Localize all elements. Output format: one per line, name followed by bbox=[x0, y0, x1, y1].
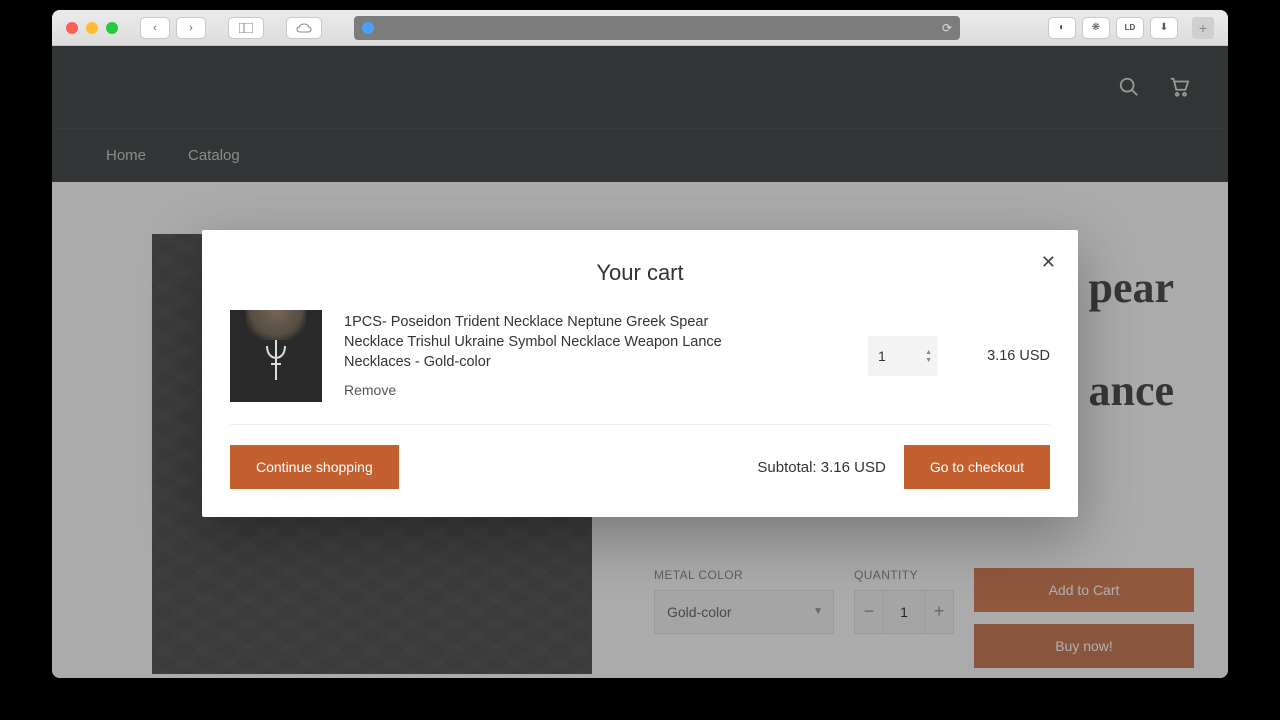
reload-icon[interactable]: ⟳ bbox=[942, 21, 952, 35]
address-bar[interactable]: ⟳ bbox=[354, 16, 960, 40]
extension-icon[interactable]: LD bbox=[1116, 17, 1144, 39]
go-to-checkout-button[interactable]: Go to checkout bbox=[904, 445, 1050, 489]
browser-window: ‹ › ⟳ ◐ ❋ LD ⬇ + Hom bbox=[52, 10, 1228, 678]
new-tab-button[interactable]: + bbox=[1192, 17, 1214, 39]
site-globe-icon bbox=[362, 22, 374, 34]
extension-icon[interactable]: ❋ bbox=[1082, 17, 1110, 39]
cart-item-thumbnail bbox=[230, 310, 322, 402]
cart-item-row: 1PCS- Poseidon Trident Necklace Neptune … bbox=[230, 310, 1050, 425]
close-modal-button[interactable]: ✕ bbox=[1041, 252, 1056, 273]
cart-item-price: 3.16 USD bbox=[960, 348, 1050, 364]
continue-shopping-button[interactable]: Continue shopping bbox=[230, 445, 399, 489]
cloud-icon[interactable] bbox=[286, 17, 322, 39]
qty-spinner-icon[interactable]: ▲▼ bbox=[925, 349, 932, 364]
extension-icon[interactable]: ◐ bbox=[1048, 17, 1076, 39]
remove-item-button[interactable]: Remove bbox=[344, 382, 396, 398]
extension-icon[interactable]: ⬇ bbox=[1150, 17, 1178, 39]
subtotal: Subtotal: 3.16 USD bbox=[757, 459, 885, 476]
cart-qty-input[interactable]: 1 ▲▼ bbox=[868, 336, 938, 376]
cart-modal: Your cart ✕ 1PCS- Poseidon Trident Neckl… bbox=[202, 230, 1078, 517]
titlebar: ‹ › ⟳ ◐ ❋ LD ⬇ + bbox=[52, 10, 1228, 46]
cart-item-name: 1PCS- Poseidon Trident Necklace Neptune … bbox=[344, 312, 764, 373]
minimize-window-icon[interactable] bbox=[86, 22, 98, 34]
nav-back-button[interactable]: ‹ bbox=[140, 17, 170, 39]
page-viewport: Home Catalog pear bbox=[52, 46, 1228, 678]
nav-forward-button[interactable]: › bbox=[176, 17, 206, 39]
maximize-window-icon[interactable] bbox=[106, 22, 118, 34]
cart-title: Your cart bbox=[230, 260, 1050, 286]
close-window-icon[interactable] bbox=[66, 22, 78, 34]
window-controls bbox=[66, 22, 118, 34]
sidebar-toggle-icon[interactable] bbox=[228, 17, 264, 39]
